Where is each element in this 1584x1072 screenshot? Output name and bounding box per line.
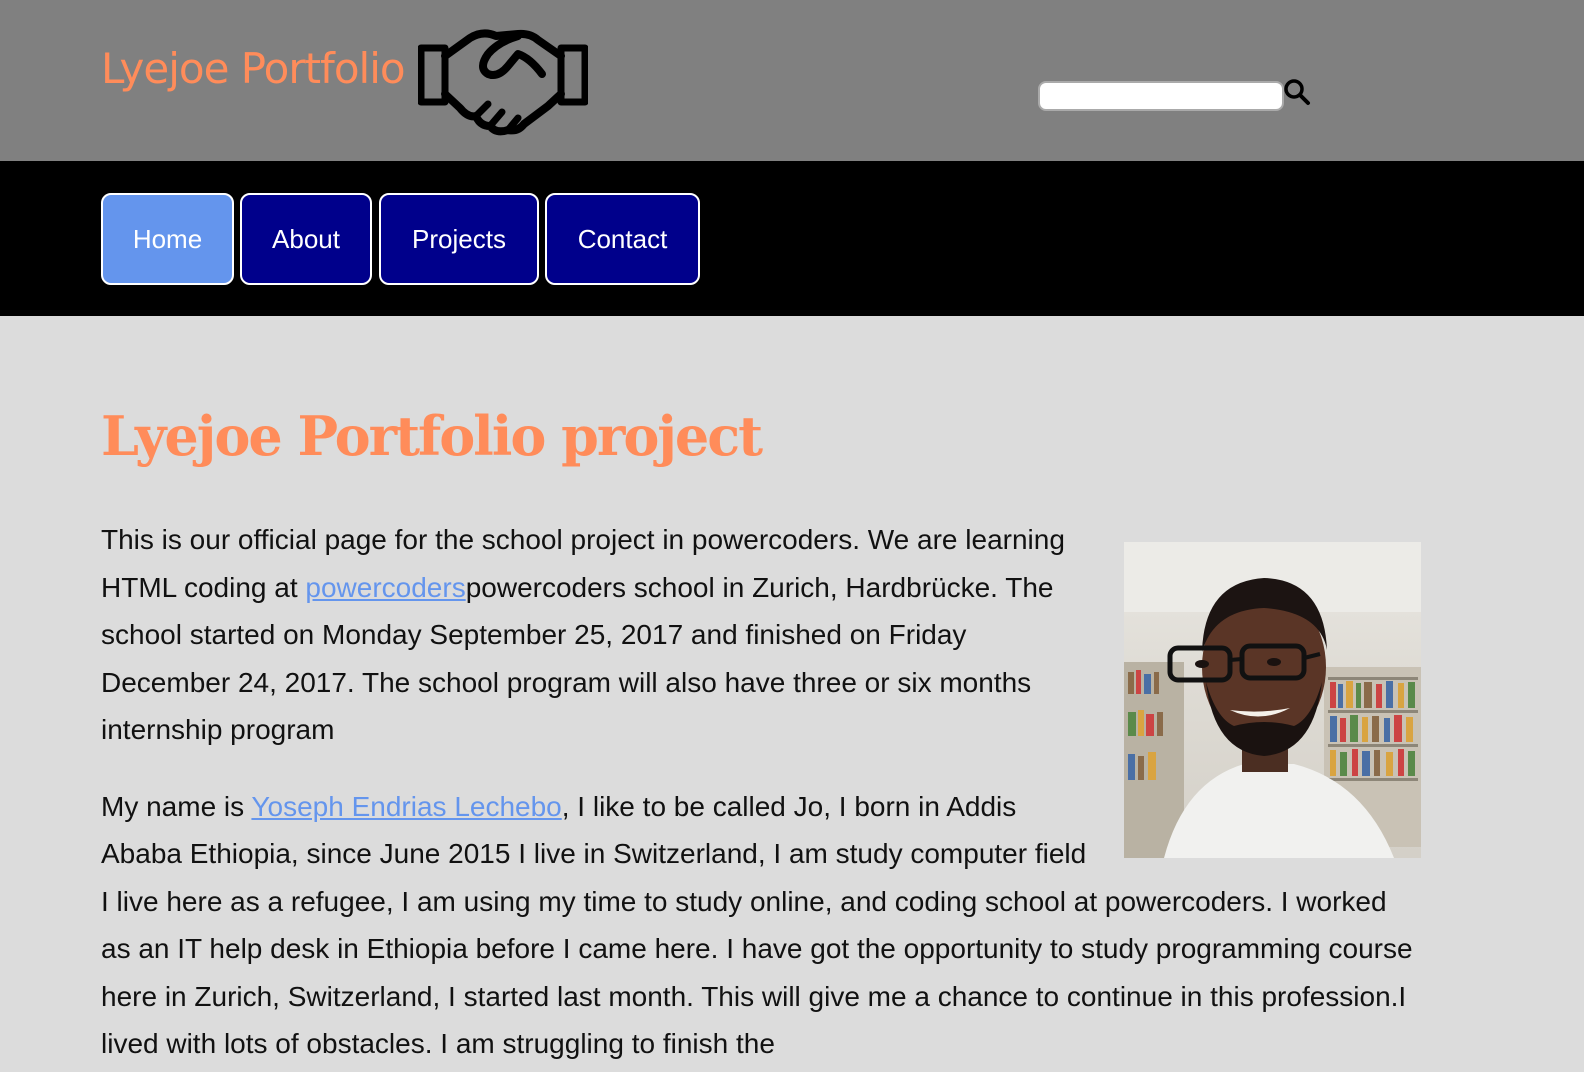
nav-home-button[interactable]: Home [101,193,234,285]
intro-text: This is our official page for the school… [101,516,1421,1072]
page-title: Lyejoe Portfolio project [101,404,763,468]
site-title[interactable]: Lyejoe Portfolio [101,44,406,93]
search-input[interactable] [1038,81,1284,111]
profile-photo-art [1124,542,1421,858]
main-nav: Home About Projects Contact [0,161,1584,316]
bio-text-part1: My name is [101,790,252,822]
site-header: Lyejoe Portfolio [0,0,1584,161]
search-icon [1284,79,1310,105]
nav-about-button[interactable]: About [240,193,372,285]
author-name-link[interactable]: Yoseph Endrias Lechebo [251,791,561,822]
search-button[interactable] [1282,77,1312,107]
profile-photo [1124,542,1421,858]
handshake-icon [418,29,588,136]
powercoders-link[interactable]: powercoders [305,572,465,603]
nav-projects-button[interactable]: Projects [379,193,539,285]
nav-contact-button[interactable]: Contact [545,193,700,285]
